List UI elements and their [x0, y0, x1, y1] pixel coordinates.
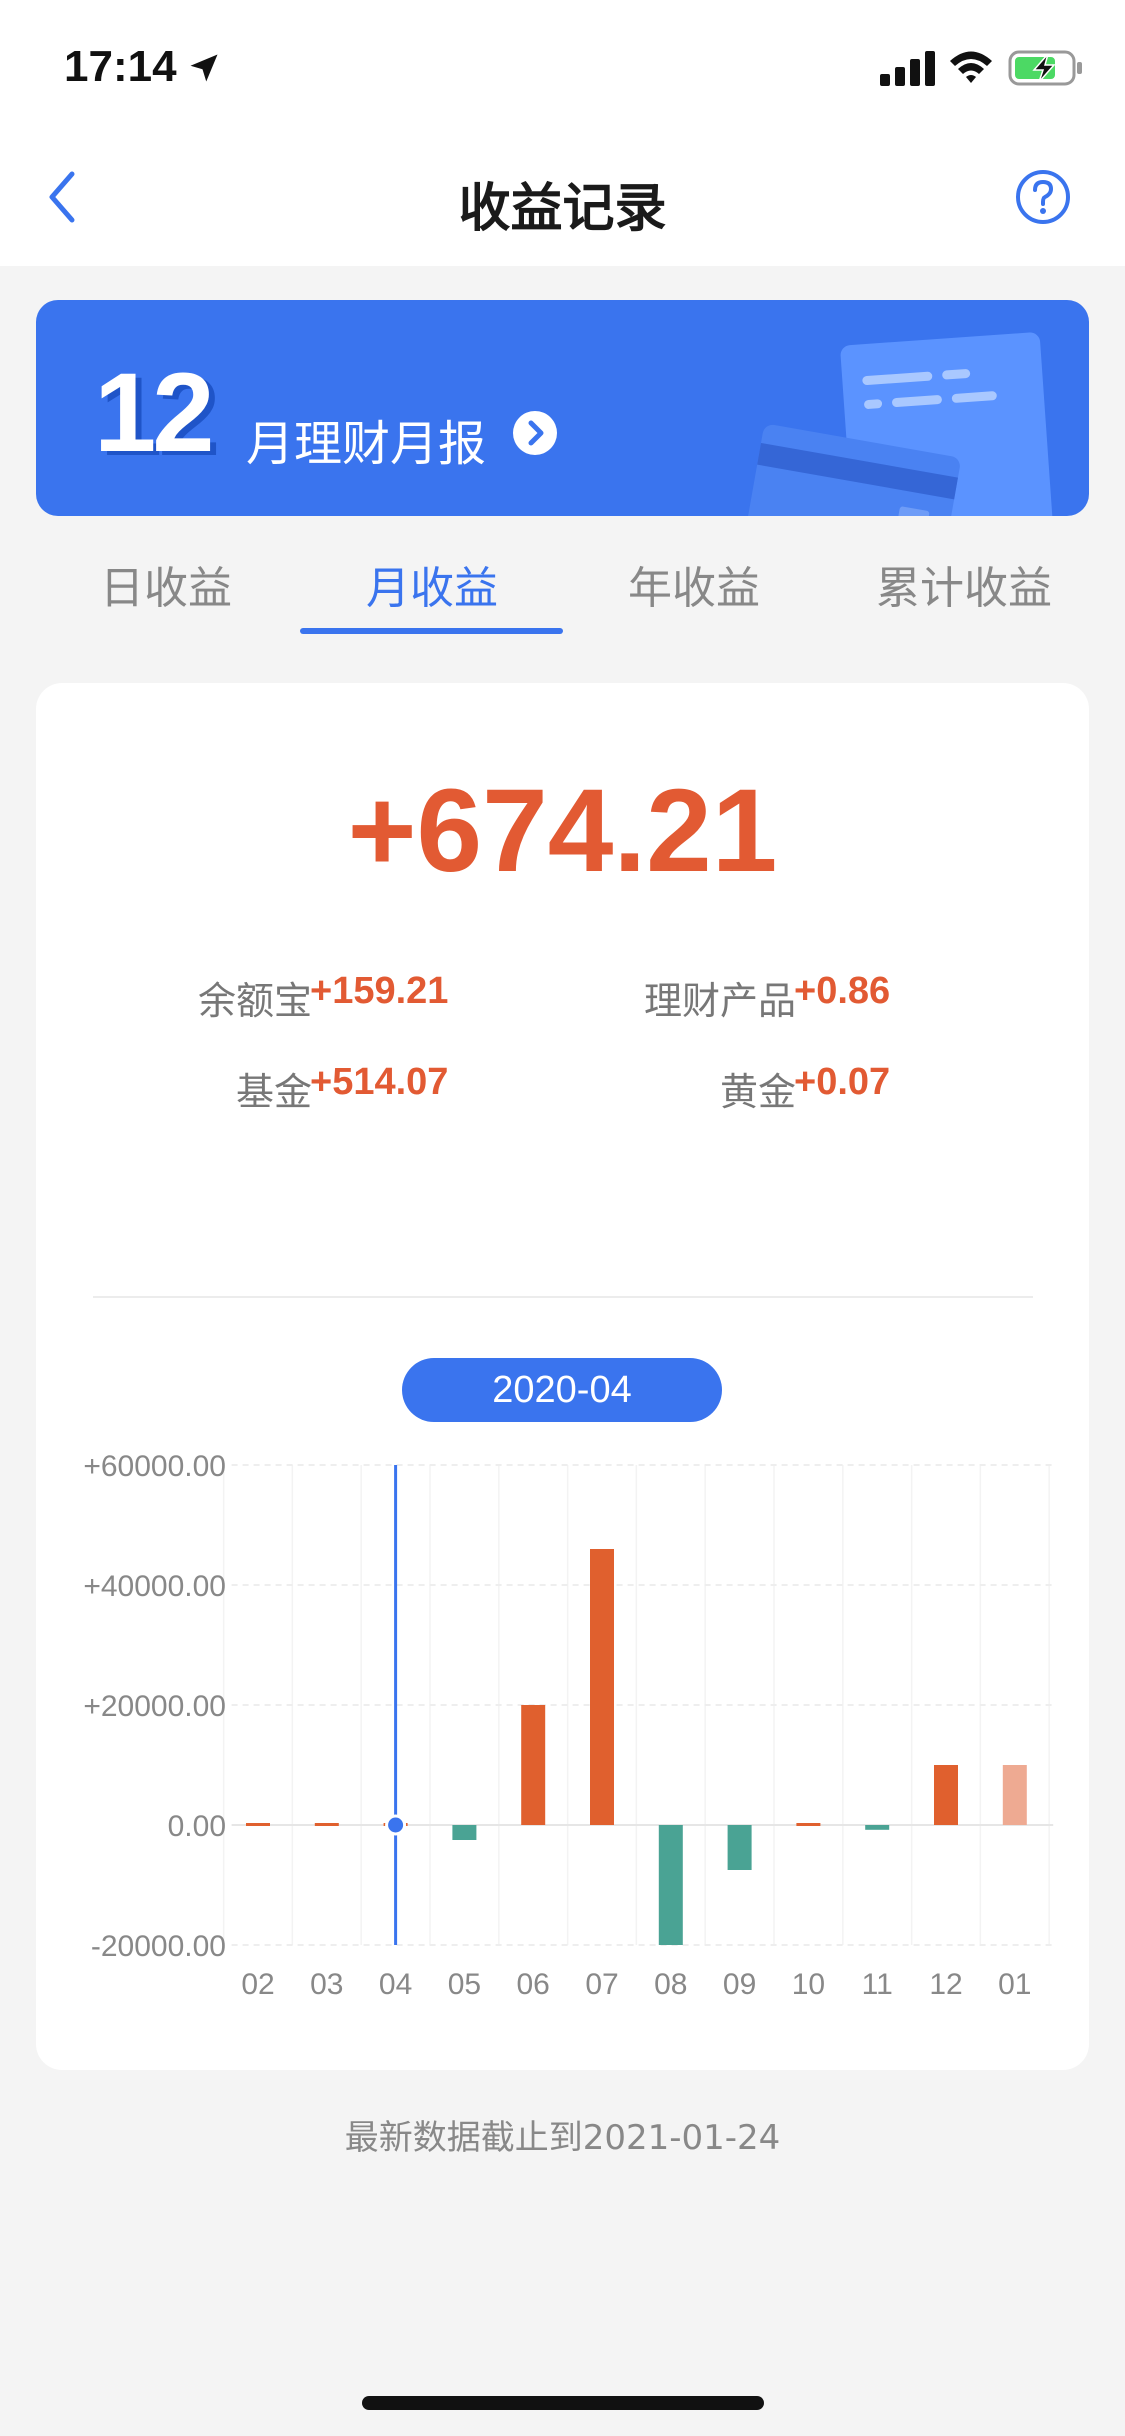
bar-10: [796, 1823, 821, 1826]
y-tick-label: +40000.00: [83, 1570, 226, 1603]
bar-01: [1002, 1765, 1027, 1825]
status-bar: 17:14: [0, 0, 1125, 132]
x-tick-label: 01: [998, 1968, 1031, 2001]
tab-yearly[interactable]: 年收益: [564, 552, 824, 616]
banner-month-number: 12: [94, 350, 215, 475]
bar-07: [590, 1549, 614, 1825]
battery-charging-icon: [1008, 50, 1082, 86]
monthly-earnings-chart[interactable]: +60000.00 +40000.00 +20000.00 0.00 -20000.00…: [36, 683, 1089, 2070]
bar-03: [314, 1823, 339, 1826]
x-tick-label: 11: [862, 1968, 893, 2001]
location-arrow-icon: [190, 54, 218, 82]
page-title: 收益记录: [458, 179, 667, 239]
x-tick-label: 04: [379, 1968, 412, 2001]
selection-dot: [385, 1814, 407, 1836]
home-indicator: [362, 2396, 764, 2410]
y-tick-label: +60000.00: [83, 1450, 226, 1483]
bar-09: [727, 1825, 752, 1870]
tab-cumulative[interactable]: 累计收益: [834, 552, 1094, 616]
x-tick-label: 07: [585, 1968, 618, 2001]
period-tabs: 日收益 月收益 年收益 累计收益: [36, 540, 1089, 640]
earnings-card: +674.21 余额宝 +159.21 理财产品 +0.86 基金 +514.0…: [36, 683, 1089, 2070]
y-tick-label: +20000.00: [83, 1690, 226, 1723]
tab-monthly[interactable]: 月收益: [302, 552, 562, 616]
bar-08: [658, 1825, 683, 1945]
x-tick-label: 08: [654, 1968, 687, 2001]
y-tick-label: 0.00: [168, 1810, 226, 1843]
x-tick-label: 12: [929, 1968, 962, 2001]
status-time: 17:14: [64, 42, 177, 91]
bar-06: [521, 1705, 546, 1825]
bar-11: [865, 1825, 890, 1830]
x-tick-label: 02: [241, 1968, 274, 2001]
report-illustration-icon: [745, 332, 1054, 516]
y-tick-label: -20000.00: [91, 1930, 226, 1963]
data-cutoff-note: 最新数据截止到2021-01-24: [344, 2118, 781, 2158]
x-tick-label: 06: [517, 1968, 550, 2001]
monthly-report-banner[interactable]: 12 月理财月报: [36, 300, 1089, 516]
bar-12: [934, 1765, 958, 1825]
active-tab-indicator: [300, 628, 563, 634]
x-tick-label: 05: [448, 1968, 481, 2001]
nav-bar: 收益记录: [0, 132, 1125, 266]
cellular-signal-icon: [880, 51, 935, 86]
tab-daily[interactable]: 日收益: [36, 552, 296, 616]
bar-05: [452, 1825, 477, 1840]
banner-text: 月理财月报: [246, 416, 487, 472]
chevron-right-circle-icon: [513, 411, 557, 455]
question-circle-icon[interactable]: [1014, 168, 1072, 226]
bar-02: [246, 1823, 270, 1826]
x-tick-label: 03: [310, 1968, 343, 2001]
wifi-icon: [950, 51, 992, 83]
x-tick-label: 09: [723, 1968, 756, 2001]
x-tick-label: 10: [792, 1968, 825, 2001]
